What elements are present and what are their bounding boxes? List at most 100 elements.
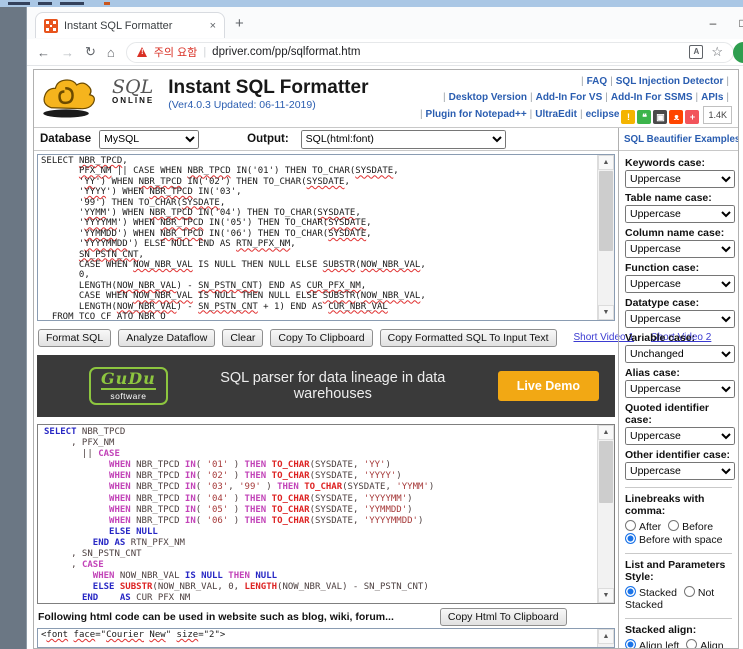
ad-banner[interactable]: GuDu software SQL parser for data lineag…	[37, 355, 615, 417]
scroll-thumb[interactable]	[599, 441, 613, 503]
home-icon[interactable]: ⌂	[107, 45, 115, 60]
header-link[interactable]: UltraEdit	[535, 109, 577, 120]
copy-html-button[interactable]: Copy Html To Clipboard	[439, 608, 567, 626]
browser-tab[interactable]: Instant SQL Formatter ×	[35, 12, 225, 38]
new-tab-button[interactable]: +	[235, 15, 244, 32]
header-link[interactable]: Add-In For SSMS	[611, 92, 693, 103]
clear-button[interactable]: Clear	[222, 328, 264, 347]
url-bar[interactable]: ! 주의 요함 | dpriver.com/pp/sqlformat.htm A…	[125, 41, 734, 63]
copy-to-clipboard-button[interactable]: Copy To Clipboard	[270, 328, 373, 347]
code-line: 'YYMMDD') WHEN NBR_TPCD IN('06') THEN TO…	[41, 228, 372, 239]
share-camera-icon[interactable]: ▣	[653, 110, 668, 124]
other-identifier-case-select[interactable]: Uppercase	[625, 462, 735, 480]
output-select[interactable]: SQL(html:font)	[300, 129, 506, 149]
sql-token: '03'	[206, 482, 229, 493]
radio-button-icon[interactable]	[686, 639, 698, 648]
analyze-dataflow-button[interactable]: Analyze Dataflow	[118, 328, 216, 347]
radio-button-icon[interactable]	[625, 586, 636, 597]
html-code-box[interactable]: <font face="Courier New" size="2"> ▲	[37, 628, 615, 648]
security-warning-icon[interactable]: !	[136, 47, 148, 57]
share-reddit-icon[interactable]: ᴥ	[669, 110, 684, 124]
examples-label: SQL Beautifier Examples:	[624, 133, 738, 145]
radio-button-icon[interactable]	[683, 586, 695, 597]
sql-token: WHEN	[109, 482, 131, 493]
linebreaks-with-comma-option[interactable]: After	[625, 520, 665, 533]
header-link[interactable]: Desktop Version	[449, 92, 527, 103]
code-line: CASE WHEN NOW_NBR_VAL IS NULL THEN NULL …	[41, 291, 426, 302]
header-link[interactable]: SQL Injection Detector	[616, 76, 724, 87]
scroll-down-arrow-icon[interactable]: ▼	[598, 305, 614, 320]
list-and-parameters-style-label: List and Parameters Style:	[625, 559, 726, 583]
list-and-parameters-style-option[interactable]: Stacked	[625, 586, 680, 599]
minimize-button[interactable]: –	[698, 16, 728, 30]
copy-formatted-sql-to-input-text-button[interactable]: Copy Formatted SQL To Input Text	[379, 328, 557, 347]
header-link[interactable]: APIs	[701, 92, 723, 103]
live-demo-button[interactable]: Live Demo	[497, 371, 599, 401]
page-body: Database MySQL Output: SQL(html:font) SE…	[34, 128, 738, 648]
radio-button-icon[interactable]	[625, 533, 636, 544]
forward-icon[interactable]: →	[61, 45, 74, 60]
share-chat-icon[interactable]: ❝	[637, 110, 652, 124]
header-link[interactable]: Plugin for Notepad++	[426, 109, 527, 120]
scrollbar[interactable]: ▲	[597, 629, 614, 647]
option-label: Before	[682, 521, 714, 533]
keywords-case-select[interactable]: Uppercase	[625, 170, 735, 188]
header-link[interactable]: FAQ	[587, 76, 608, 87]
header-link[interactable]: eclipse	[586, 109, 620, 120]
table-name-case-select[interactable]: Uppercase	[625, 205, 735, 223]
bookmark-star-icon[interactable]: ☆	[711, 44, 723, 60]
radio-button-icon[interactable]	[668, 520, 680, 531]
linebreaks-with-comma-group: Linebreaks with comma: After Before Befor…	[625, 487, 732, 546]
sql-input-text[interactable]: SELECT NBR_TPCD, PFX_NM || CASE WHEN NBR…	[41, 156, 597, 319]
stacked-align-option[interactable]: Align left	[625, 639, 682, 648]
maximize-button[interactable]: □	[728, 16, 743, 30]
reload-icon[interactable]: ↻	[85, 44, 96, 60]
scroll-thumb[interactable]	[599, 171, 613, 251]
sql-token: ,	[228, 482, 240, 493]
format-controls: Database MySQL Output: SQL(html:font)	[34, 128, 618, 151]
sql-token: )	[260, 482, 278, 493]
code-line: SELECT NBR_TPCD,	[41, 156, 128, 166]
datatype-case-select[interactable]: Uppercase	[625, 310, 735, 328]
database-select[interactable]: MySQL	[99, 129, 200, 149]
sql-output-panel[interactable]: SELECT NBR_TPCD , PFX_NM || CASE WHEN NB…	[37, 424, 615, 604]
scrollbar[interactable]: ▲ ▼	[597, 155, 614, 320]
sql-token: 'YYMMDD'	[363, 504, 408, 515]
site-logo[interactable]: SQL ONLINE	[40, 72, 154, 127]
option-label: After	[639, 521, 665, 533]
scrollbar[interactable]: ▲ ▼	[597, 425, 614, 603]
profile-avatar[interactable]	[733, 42, 743, 63]
sql-input-editor[interactable]: SELECT NBR_TPCD, PFX_NM || CASE WHEN NBR…	[37, 154, 615, 321]
variable-case-select[interactable]: Unchanged	[625, 345, 735, 363]
alias-case-select[interactable]: Uppercase	[625, 380, 735, 398]
linebreaks-with-comma-option[interactable]: Before with space	[625, 533, 722, 546]
header-link[interactable]: Add-In For VS	[536, 92, 603, 103]
radio-button-icon[interactable]	[625, 520, 636, 531]
radio-button-icon[interactable]	[625, 639, 636, 648]
scroll-up-arrow-icon[interactable]: ▲	[598, 155, 614, 170]
share-bookmark-icon[interactable]: !	[621, 110, 636, 124]
column-name-case-select[interactable]: Uppercase	[625, 240, 735, 258]
function-case-select[interactable]: Uppercase	[625, 275, 735, 293]
code-line: <font face="Courier New" size="2">	[41, 630, 226, 640]
sql-token: '04'	[206, 493, 229, 504]
alias-case-label: Alias case:	[625, 367, 680, 379]
quoted-identifier-case-select[interactable]: Uppercase	[625, 427, 735, 445]
scroll-up-arrow-icon[interactable]: ▲	[598, 629, 614, 644]
scroll-down-arrow-icon[interactable]: ▼	[598, 588, 614, 603]
back-icon[interactable]: ←	[37, 45, 50, 60]
share-plus-icon[interactable]: +	[685, 110, 700, 124]
tab-close-icon[interactable]: ×	[210, 20, 216, 32]
sql-token: )	[428, 482, 435, 493]
header-link-row: | Desktop Version | Add-In For VS | Add-In Fo…	[417, 90, 732, 106]
tab-strip: Instant SQL Formatter × + – □	[27, 7, 743, 40]
scroll-up-arrow-icon[interactable]: ▲	[598, 425, 614, 440]
html-code-text[interactable]: <font face="Courier New" size="2">	[41, 630, 597, 647]
format-sql-button[interactable]: Format SQL	[38, 328, 112, 347]
linebreaks-with-comma-option[interactable]: Before	[668, 520, 714, 533]
separator: |	[443, 92, 446, 103]
main-column: Database MySQL Output: SQL(html:font) SE…	[34, 128, 711, 648]
translate-icon[interactable]: A	[689, 45, 704, 59]
browser-window: Instant SQL Formatter × + – □ ← → ↻ ⌂ ! …	[26, 7, 743, 649]
